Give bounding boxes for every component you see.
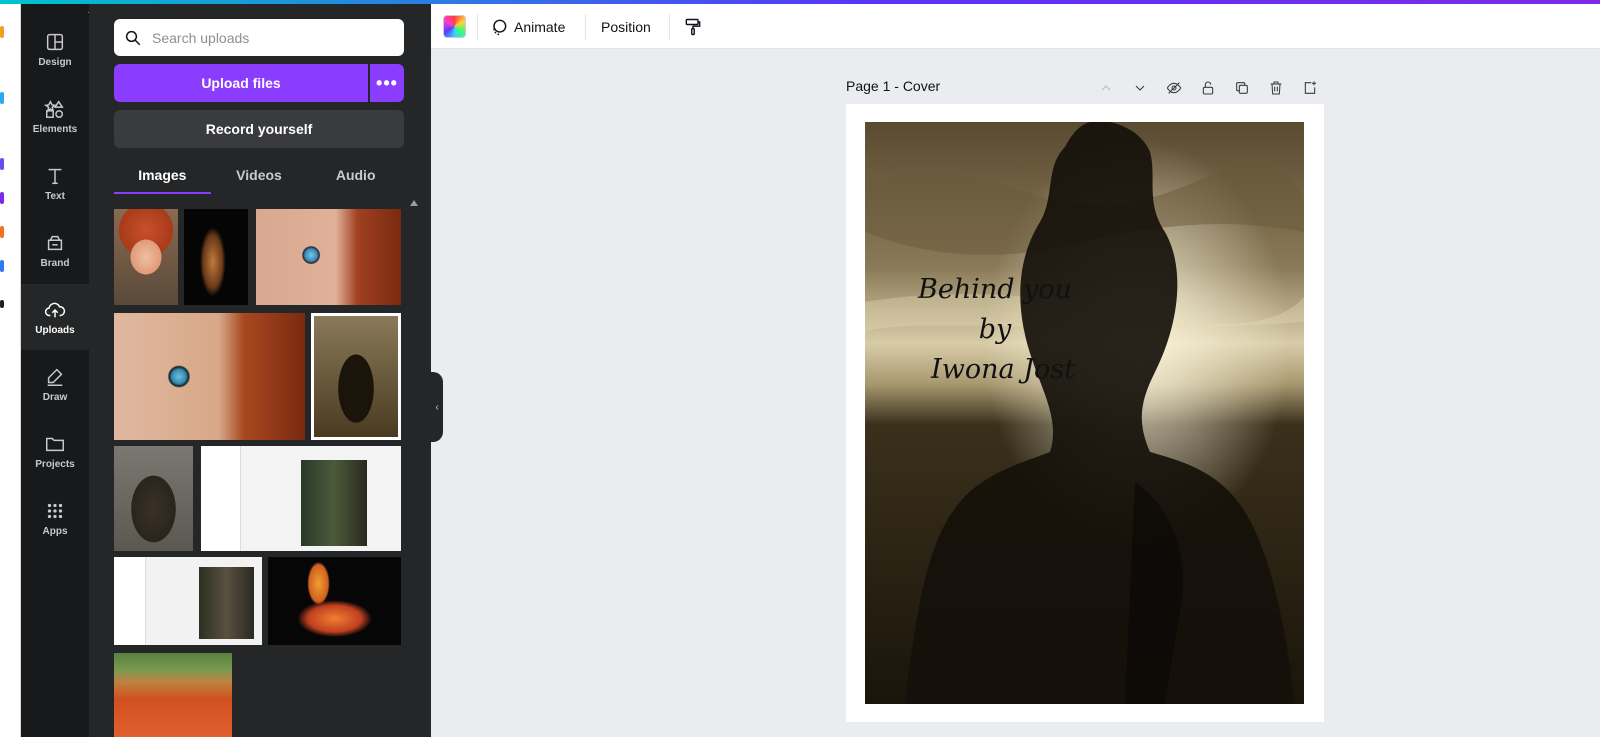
cover-author-line[interactable]: Iwona Jost [903,350,1103,390]
divider [477,14,478,40]
animate-label: Animate [514,19,566,35]
trash-icon [1270,81,1282,95]
rail-item-text[interactable]: Text [21,150,89,216]
brand-icon [47,235,63,250]
icon-rail: Design Elements Text Brand Uploads Draw … [21,0,89,737]
collapse-panel-button[interactable]: ‹ [431,372,443,442]
cover-title-line[interactable]: Behind you [895,270,1095,310]
rail-item-apps[interactable]: Apps [21,485,89,551]
text-icon [48,168,62,184]
rail-label: Apps [42,525,68,537]
panel-scroll-up-arrow[interactable] [410,200,418,206]
layout-icon [46,33,64,50]
rail-item-uploads[interactable]: Uploads [21,284,89,350]
record-yourself-button[interactable]: Record yourself [114,110,404,148]
rail-item-draw[interactable]: Draw [21,351,89,417]
tab-audio[interactable]: Audio [307,156,404,194]
media-tabs: Images Videos Audio [114,156,404,194]
color-picker-icon[interactable] [443,15,466,38]
rail-label: Draw [42,391,68,403]
screenshot-photo-image [199,567,254,639]
page-title: Page 1 - Cover [846,78,941,94]
eye-slash-icon [1166,82,1182,94]
duplicate-page-button[interactable] [1230,76,1254,100]
chevron-up-icon [1101,85,1111,91]
screenshot-sidebar-image [201,446,241,551]
cover-by-line[interactable]: by [895,310,1095,350]
position-button[interactable]: Position [601,12,651,42]
upload-thumbnail[interactable] [184,209,248,305]
tab-videos[interactable]: Videos [211,156,308,194]
top-accent-line [0,0,1600,4]
move-page-down-button[interactable] [1128,76,1152,100]
divider [669,14,670,40]
external-app-sliver [0,0,21,737]
paint-roller-icon [685,18,701,36]
duplicate-icon [1236,82,1248,94]
rail-item-brand[interactable]: Brand [21,217,89,283]
cover-photo-image [865,122,1304,704]
upload-thumbnail[interactable] [268,557,401,645]
search-input[interactable] [152,29,392,46]
upload-thumbnail[interactable] [114,209,178,305]
unlock-icon [1202,81,1214,95]
move-page-up-button[interactable] [1094,76,1118,100]
search-icon [125,30,141,45]
chevron-down-icon [1135,85,1145,91]
position-label: Position [601,19,651,35]
divider [585,14,586,40]
upload-thumbnail[interactable] [114,557,262,645]
pen-icon [47,368,63,386]
upload-thumbnail[interactable] [311,313,401,440]
upload-thumbnail[interactable] [114,446,193,551]
rail-item-projects[interactable]: Projects [21,418,89,484]
tab-images[interactable]: Images [114,156,211,194]
screenshot-photo-image [301,460,367,546]
cover-thumbnail-image [314,316,398,437]
cloud-upload-icon [44,302,66,317]
rail-label: Uploads [35,324,75,336]
animate-button[interactable]: Animate [489,12,565,42]
screenshot-sidebar-image [114,557,146,645]
search-box[interactable] [114,19,404,56]
uploads-panel: Upload files ••• Record yourself Images … [89,0,431,737]
upload-thumbnail[interactable] [114,313,305,440]
upload-files-button[interactable]: Upload files [114,64,368,102]
rail-item-design[interactable]: Design [21,16,89,82]
upload-thumbnail[interactable] [256,209,401,305]
hide-page-button[interactable] [1162,76,1186,100]
upload-thumbnail[interactable] [201,446,401,551]
top-toolbar: Animate Position [431,4,1600,49]
rail-label: Elements [32,123,78,135]
lock-page-button[interactable] [1196,76,1220,100]
apps-grid-icon [47,503,63,518]
copy-style-button[interactable] [683,12,708,42]
rail-item-elements[interactable]: Elements [21,83,89,149]
rail-label: Design [38,56,72,68]
chevron-left-icon: ‹ [435,401,439,413]
cover-image[interactable]: Behind you by Iwona Jost [865,122,1304,704]
rail-label: Projects [35,458,75,470]
rail-label: Brand [40,257,70,269]
add-page-icon [1304,81,1316,94]
folder-icon [46,437,64,451]
upload-thumbnail[interactable] [114,653,232,737]
upload-more-button[interactable]: ••• [370,64,404,102]
add-page-button[interactable] [1298,76,1322,100]
rail-label: Text [45,190,65,202]
delete-page-button[interactable] [1264,76,1288,100]
animate-icon [493,19,507,36]
shapes-icon [44,99,64,118]
